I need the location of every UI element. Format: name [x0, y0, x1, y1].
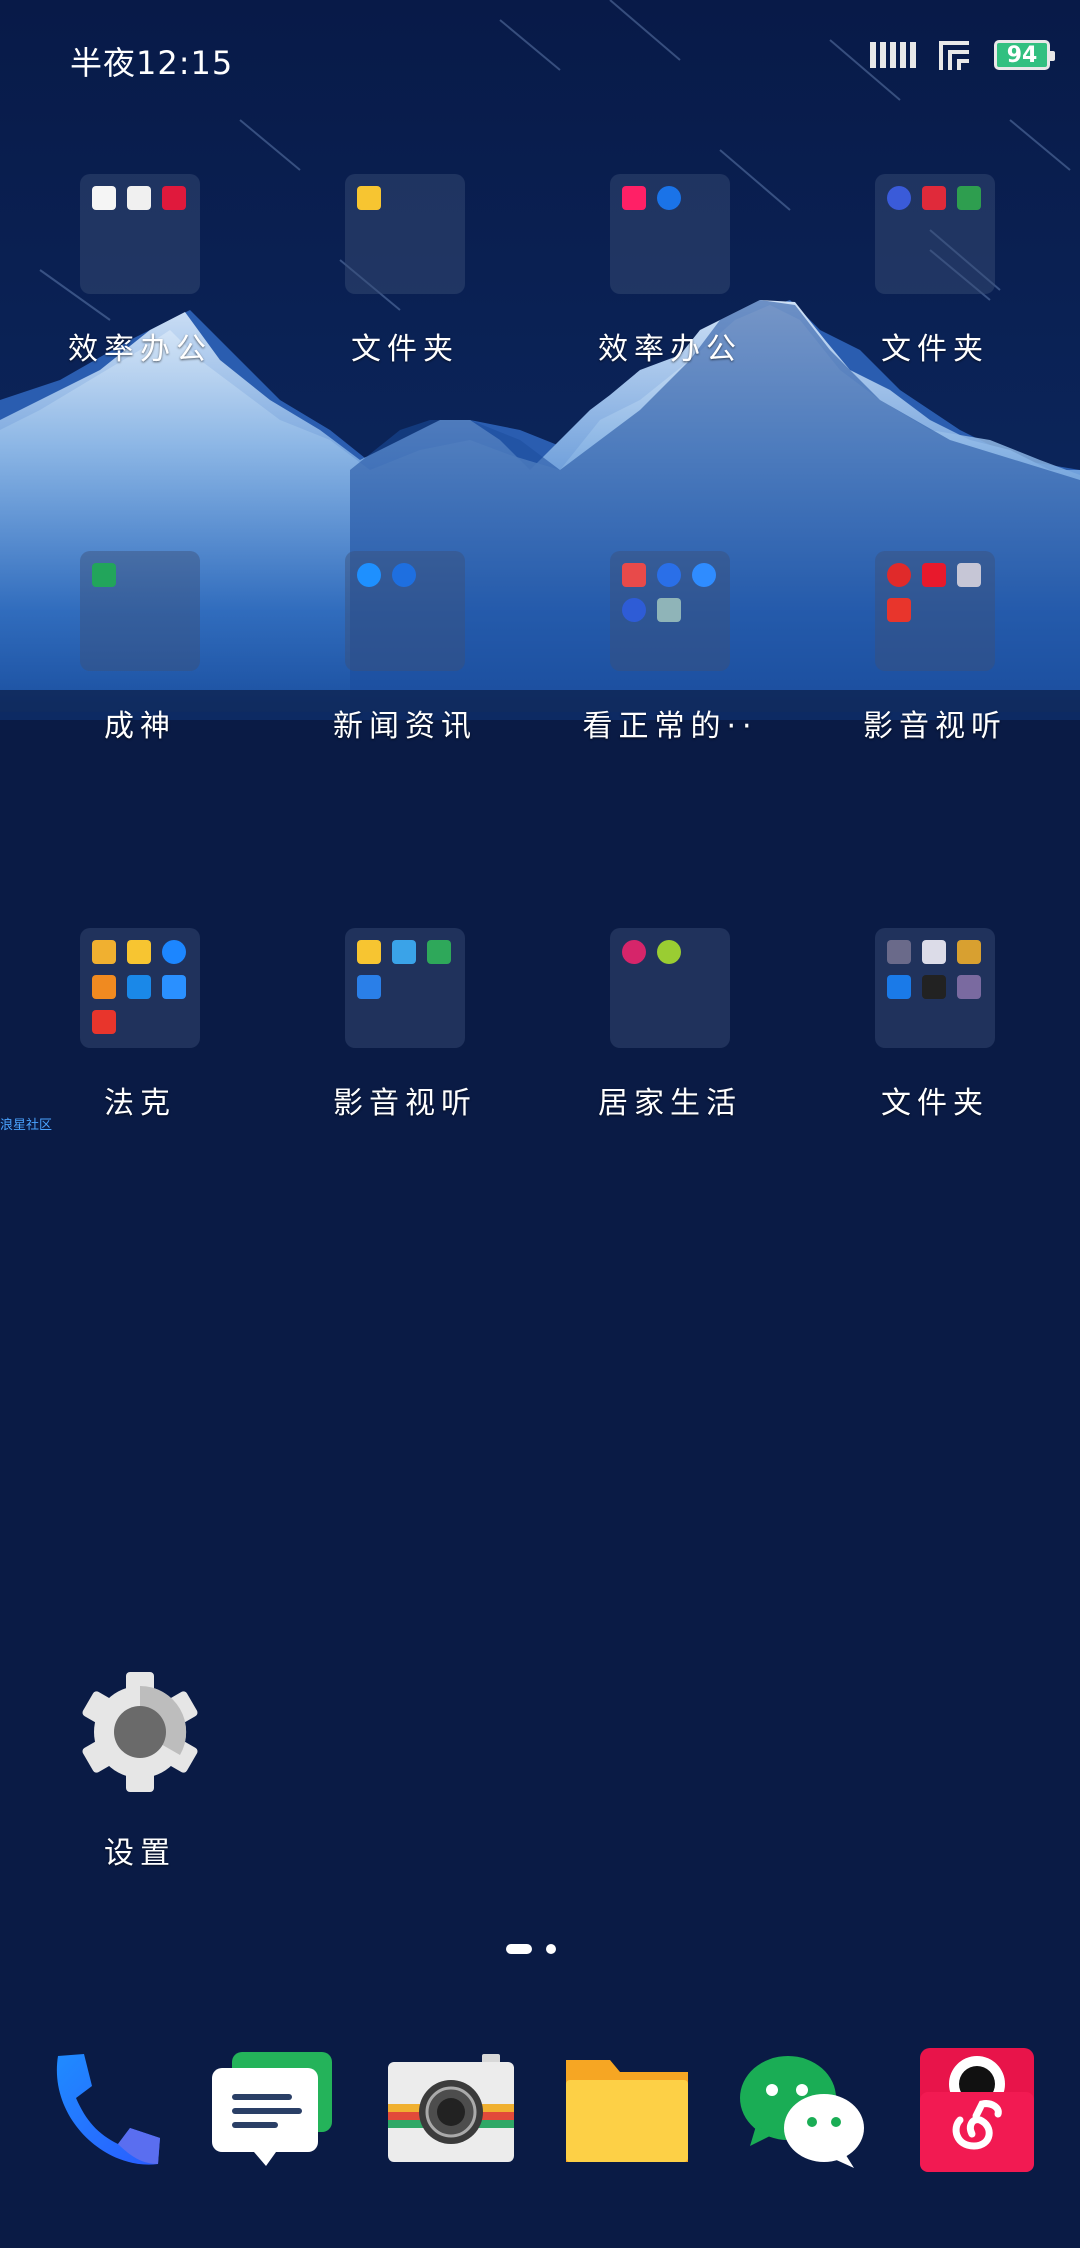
folder-label: 影音视听: [333, 1086, 477, 1121]
folder-icon-grid: [610, 174, 730, 294]
folder-icon-grid: [610, 551, 730, 671]
folder-icon-grid: [875, 928, 995, 1048]
app-k-icon: [622, 186, 646, 210]
settings-app[interactable]: 设置: [40, 1670, 240, 1880]
app-dark-icon: [922, 975, 946, 999]
app-green-icon: [957, 186, 981, 210]
app-p-icon: [127, 940, 151, 964]
folder-label: 效率办公: [598, 332, 742, 367]
app-monkey-icon: [92, 940, 116, 964]
app-power-icon: [887, 563, 911, 587]
wechat-icon[interactable]: [736, 2046, 866, 2176]
app-green-hex-icon: [92, 563, 116, 587]
app-character-icon: [657, 598, 681, 622]
app-notes-icon: [357, 186, 381, 210]
folder-icon-grid: [345, 174, 465, 294]
page-dot-active[interactable]: [506, 1944, 532, 1954]
folder-files-1[interactable]: 文件夹: [305, 174, 505, 424]
folder-home-life[interactable]: 居家生活: [570, 928, 770, 1178]
folder-files-2[interactable]: 文件夹: [835, 174, 1035, 424]
app-blue-icon: [692, 563, 716, 587]
page-dot[interactable]: [546, 1944, 556, 1954]
app-news-icon: [357, 563, 381, 587]
folder-label: 法克: [104, 1086, 176, 1121]
settings-label: 设置: [104, 1836, 176, 1871]
folder-news[interactable]: 新闻资讯: [305, 551, 505, 801]
folder-label: 新闻资讯: [333, 709, 477, 744]
app-anime-2-icon: [922, 940, 946, 964]
app-blue-circle-icon: [887, 186, 911, 210]
folder-icon-grid: [80, 174, 200, 294]
folder-chengshen[interactable]: 成神: [40, 551, 240, 801]
messages-icon[interactable]: [210, 2046, 340, 2176]
app-blue-square-icon: [127, 975, 151, 999]
netease-music-icon[interactable]: [912, 2046, 1042, 2176]
app-card-icon: [922, 186, 946, 210]
folder-icon-grid: [875, 174, 995, 294]
battery-level: 94: [1006, 42, 1038, 68]
network-icon: [939, 41, 969, 70]
app-map-icon: [622, 563, 646, 587]
app-a2-icon: [887, 975, 911, 999]
folder-av-1[interactable]: 影音视听: [835, 551, 1035, 801]
folder-icon-grid: [345, 928, 465, 1048]
gear-icon: [82, 1672, 198, 1792]
status-time: 半夜12:15: [70, 44, 234, 82]
app-red-icon: [92, 1010, 116, 1034]
phone-icon[interactable]: [36, 2046, 166, 2176]
app-paw-icon: [392, 563, 416, 587]
app-x-icon: [162, 975, 186, 999]
camera-icon[interactable]: [386, 2046, 516, 2176]
folder-icon-grid: [875, 551, 995, 671]
folder-label: 文件夹: [351, 332, 459, 367]
app-globe-icon: [622, 598, 646, 622]
app-bird-icon: [357, 975, 381, 999]
app-tap-icon: [162, 940, 186, 964]
app-gallery-icon: [392, 940, 416, 964]
app-yellow-green-icon: [657, 940, 681, 964]
folder-icon-grid: [610, 928, 730, 1048]
folder-label: 居家生活: [598, 1086, 742, 1121]
app-a-icon: [657, 563, 681, 587]
folder-label: 成神: [104, 709, 176, 744]
folder-files-3[interactable]: 文件夹: [835, 928, 1035, 1178]
app-game-char-icon: [887, 940, 911, 964]
folder-label: 文件夹: [881, 1086, 989, 1121]
app-z-icon: [922, 563, 946, 587]
page-indicator[interactable]: [506, 1944, 556, 1954]
folder-icon-grid: [345, 551, 465, 671]
app-badge-icon: [957, 940, 981, 964]
folder-efficiency-office-1[interactable]: 效率办公: [40, 174, 240, 424]
dock: [0, 2030, 1080, 2248]
app-orange-icon: [92, 975, 116, 999]
battery-icon: 94: [994, 40, 1055, 70]
folder-label: 看正常的··: [582, 709, 758, 744]
app-shield-icon: [657, 186, 681, 210]
app-video-icon: [427, 940, 451, 964]
folder-icon-grid: [80, 551, 200, 671]
folder-av-2[interactable]: 影音视听: [305, 928, 505, 1178]
app-unicom-icon: [622, 940, 646, 964]
app-doc-icon: [92, 186, 116, 210]
folder-label: 影音视听: [863, 709, 1007, 744]
status-bar: 半夜12:15 94: [0, 0, 1080, 110]
side-tag[interactable]: 浪星社区: [0, 1114, 52, 1133]
app-folder-icon: [357, 940, 381, 964]
files-icon[interactable]: [562, 2046, 692, 2176]
folder-fake[interactable]: 法克: [40, 928, 240, 1178]
folder-label: 效率办公: [68, 332, 212, 367]
folder-normal[interactable]: 看正常的··: [570, 551, 770, 801]
folder-icon-grid: [80, 928, 200, 1048]
folder-label: 文件夹: [881, 332, 989, 367]
app-purple-icon: [957, 975, 981, 999]
signal-icon: [870, 42, 916, 68]
app-calendar-icon: [162, 186, 186, 210]
app-game-icon: [127, 186, 151, 210]
folder-efficiency-office-2[interactable]: 效率办公: [570, 174, 770, 424]
app-anime-icon: [957, 563, 981, 587]
app-fox-icon: [887, 598, 911, 622]
status-icons: 94: [870, 40, 1055, 70]
